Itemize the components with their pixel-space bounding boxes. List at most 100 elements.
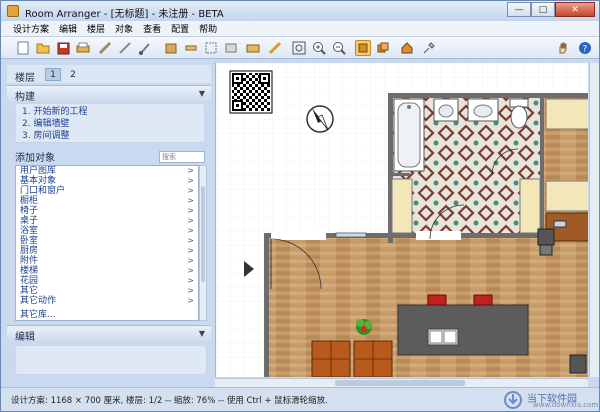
select-icon[interactable]	[223, 40, 239, 56]
object-list-scrollbar[interactable]	[199, 165, 207, 321]
kitchen-island[interactable]	[397, 304, 529, 356]
list-item[interactable]: 厨房 >	[16, 246, 198, 256]
menu-view[interactable]: 查看	[143, 22, 161, 35]
list-item[interactable]: 其它 >	[16, 286, 198, 296]
collapse-arrow-icon[interactable]: ▼	[199, 89, 205, 98]
print-icon[interactable]	[75, 40, 91, 56]
title-bar: Room Arranger - [无标题] - 未注册 - BETA — □ ✕	[1, 1, 599, 21]
save-icon[interactable]	[55, 40, 71, 56]
list-item[interactable]: 浴室 >	[16, 226, 198, 236]
menu-design[interactable]: 设计方案	[13, 22, 49, 35]
chevron-right-icon: >	[187, 276, 194, 285]
chevron-right-icon: >	[187, 226, 194, 235]
pencil-icon[interactable]	[117, 40, 133, 56]
grid-icon[interactable]	[203, 40, 219, 56]
menu-floor[interactable]: 楼层	[87, 22, 105, 35]
close-button[interactable]: ✕	[555, 2, 595, 17]
zoom-in-icon[interactable]	[311, 40, 327, 56]
brush-icon[interactable]	[137, 40, 153, 56]
list-item[interactable]: 基本对象 >	[16, 176, 198, 186]
plant-icon[interactable]	[356, 319, 372, 335]
list-item[interactable]: 楼梯 >	[16, 266, 198, 276]
left-panel: 楼层 1 2 构建 ▼ 1. 开始新的工程 2. 编辑墙壁 3. 房间调整 添加…	[7, 63, 211, 377]
office-chair[interactable]	[537, 228, 555, 256]
menu-edit[interactable]: 编辑	[59, 22, 77, 35]
scroll-thumb[interactable]	[201, 186, 205, 282]
floor-tab-2[interactable]: 2	[65, 68, 81, 81]
zoom-fit-icon[interactable]	[291, 40, 307, 56]
sink[interactable]	[467, 98, 499, 122]
chevron-right-icon: >	[187, 186, 194, 195]
floor-plan-canvas[interactable]	[215, 63, 588, 377]
kitchen-cabinet[interactable]	[311, 340, 351, 377]
canvas-horizontal-scrollbar[interactable]	[215, 378, 588, 387]
window-icon[interactable]	[183, 40, 199, 56]
door-opening	[416, 231, 461, 240]
wall-icon[interactable]	[97, 40, 113, 56]
open-icon[interactable]	[35, 40, 51, 56]
more-libraries-link[interactable]: 其它库...	[16, 307, 198, 320]
list-item[interactable]: 门口和窗户 >	[16, 186, 198, 196]
chevron-right-icon: >	[187, 296, 194, 305]
bar-stool[interactable]	[427, 294, 447, 306]
copy-icon[interactable]	[245, 40, 261, 56]
menu-bar: 设计方案 编辑 楼层 对象 查看 配置 帮助	[1, 21, 599, 37]
floor-label: 楼层	[15, 73, 35, 84]
chevron-right-icon: >	[187, 256, 194, 265]
bar-stool[interactable]	[473, 294, 493, 306]
maximize-button[interactable]: □	[531, 2, 555, 17]
edit-section-header[interactable]: 编辑 ▼	[7, 325, 211, 343]
side-cabinet[interactable]	[545, 98, 588, 130]
watermark: 当下软件园 www.downxia.com	[503, 390, 598, 410]
menu-object[interactable]: 对象	[115, 22, 133, 35]
window-title: Room Arranger - [无标题] - 未注册 - BETA	[25, 9, 224, 20]
build-step-room-adjust[interactable]: 3. 房间调整	[22, 130, 198, 142]
chevron-right-icon: >	[187, 286, 194, 295]
office-chair[interactable]	[569, 354, 587, 374]
compass-icon[interactable]	[306, 105, 334, 133]
new-icon[interactable]	[15, 40, 31, 56]
hand-icon[interactable]	[555, 40, 571, 56]
sink[interactable]	[433, 98, 459, 122]
list-item[interactable]: 椅子 >	[16, 206, 198, 216]
minimize-button[interactable]: —	[507, 2, 531, 17]
collapse-arrow-icon[interactable]: ▼	[199, 329, 205, 338]
list-item[interactable]: 用户图库 >	[16, 166, 198, 176]
svg-text:?: ?	[583, 45, 588, 55]
menu-help[interactable]: 帮助	[199, 22, 217, 35]
window[interactable]	[335, 232, 367, 238]
measure-icon[interactable]	[267, 40, 283, 56]
list-item[interactable]: 桌子 >	[16, 216, 198, 226]
settings-icon[interactable]	[421, 40, 437, 56]
build-step-new-project[interactable]: 1. 开始新的工程	[22, 106, 198, 118]
view-2d-icon[interactable]	[355, 40, 371, 56]
floor-tab-1[interactable]: 1	[45, 68, 61, 81]
chevron-right-icon: >	[187, 216, 194, 225]
canvas-vertical-scrollbar[interactable]	[589, 63, 599, 377]
build-step-edit-walls[interactable]: 2. 编辑墙壁	[22, 118, 198, 130]
app-window: Room Arranger - [无标题] - 未注册 - BETA — □ ✕…	[0, 0, 600, 412]
list-item[interactable]: 橱柜 >	[16, 196, 198, 206]
view-3d-icon[interactable]	[375, 40, 391, 56]
bathtub[interactable]	[393, 98, 425, 172]
scroll-thumb[interactable]	[335, 380, 465, 386]
house-3d-icon[interactable]	[399, 40, 415, 56]
toilet[interactable]	[509, 98, 529, 129]
zoom-out-icon[interactable]	[331, 40, 347, 56]
side-cabinet[interactable]	[545, 180, 588, 212]
list-item[interactable]: 附件 >	[16, 256, 198, 266]
window-controls: — □ ✕	[507, 2, 595, 17]
list-item[interactable]: 花园 >	[16, 276, 198, 286]
object-search-input[interactable]: 搜索	[159, 151, 205, 163]
help-icon[interactable]: ?	[577, 40, 593, 56]
build-section-header[interactable]: 构建 ▼	[7, 85, 211, 103]
bath-cabinet[interactable]	[391, 178, 413, 234]
list-item[interactable]: 卧室 >	[16, 236, 198, 246]
menu-config[interactable]: 配置	[171, 22, 189, 35]
qr-code	[229, 70, 273, 114]
kitchen-cabinet[interactable]	[353, 340, 393, 377]
status-text: 设计方案: 1168 × 700 厘米, 楼层: 1/2 -- 缩放: 76% …	[11, 396, 328, 406]
door-icon[interactable]	[163, 40, 179, 56]
list-item[interactable]: 其它动作 >	[16, 296, 198, 306]
bath-cabinet[interactable]	[519, 178, 541, 234]
